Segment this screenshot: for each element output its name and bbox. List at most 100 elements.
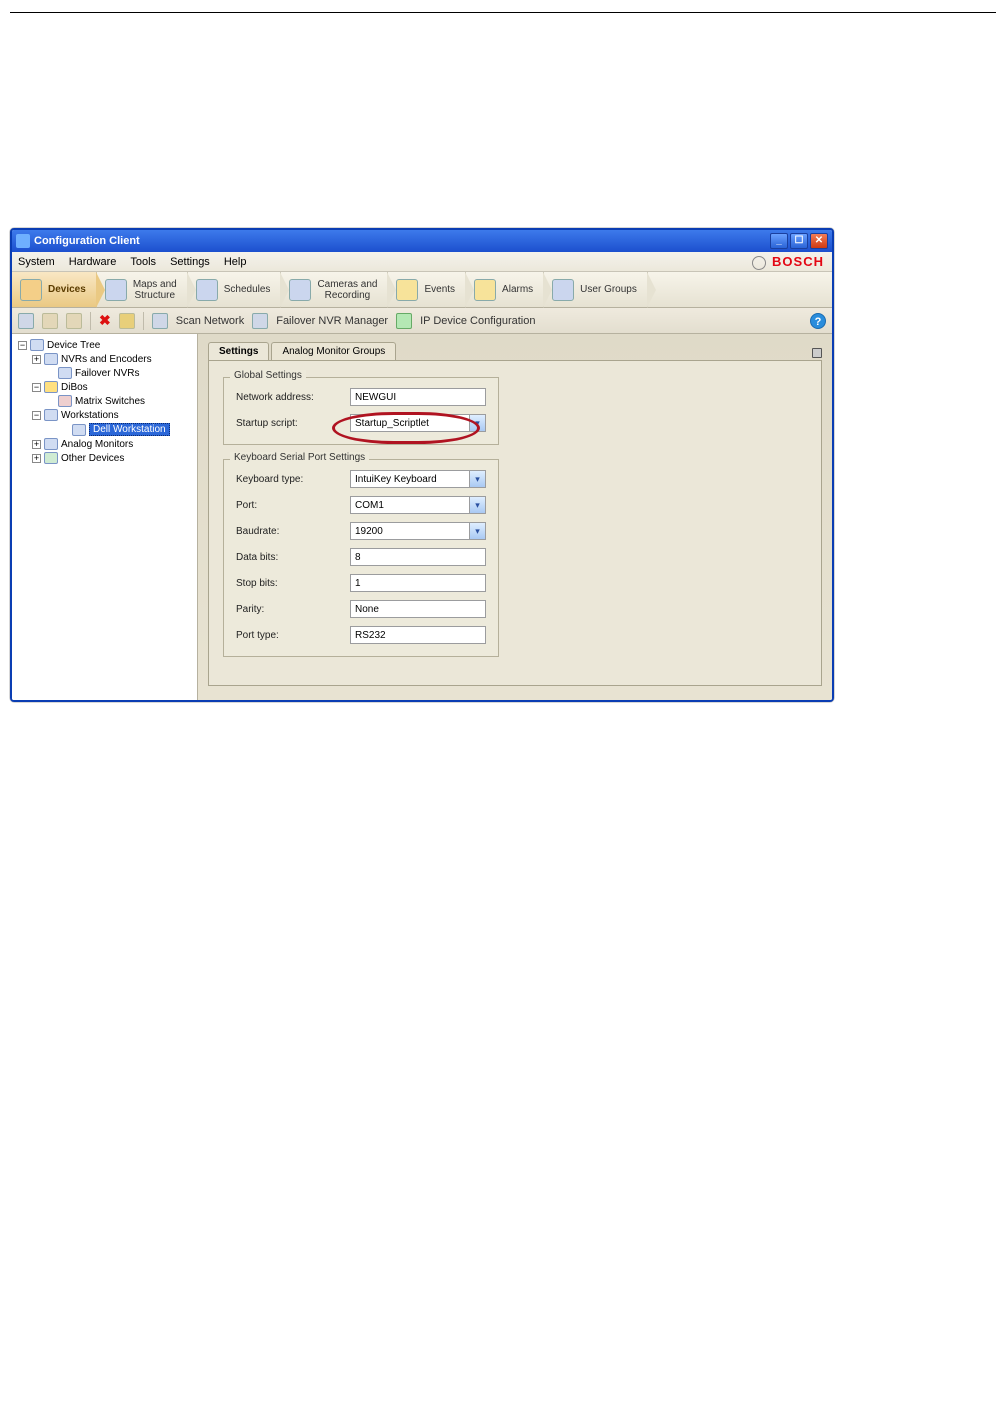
- serial-legend: Keyboard Serial Port Settings: [230, 452, 369, 463]
- network-address-label: Network address:: [236, 392, 342, 403]
- stopbits-input[interactable]: 1: [350, 574, 486, 592]
- device-tree: − Device Tree + NVRs and Encoders Failov…: [12, 334, 198, 700]
- nav-cameras[interactable]: Cameras and Recording: [281, 272, 388, 307]
- menu-help[interactable]: Help: [224, 256, 247, 268]
- menu-tools[interactable]: Tools: [130, 256, 156, 268]
- scan-icon[interactable]: [152, 313, 168, 329]
- porttype-label: Port type:: [236, 630, 342, 641]
- stopbits-label: Stop bits:: [236, 578, 342, 589]
- redo-icon[interactable]: [66, 313, 82, 329]
- tree-device-icon: [30, 339, 44, 351]
- nav-usergroups[interactable]: User Groups: [544, 272, 648, 307]
- menu-bar: System Hardware Tools Settings Help BOSC…: [12, 252, 832, 272]
- expand-icon[interactable]: −: [18, 341, 27, 350]
- tab-panel: Global Settings Network address: NEWGUI …: [208, 360, 822, 686]
- nav-maps[interactable]: Maps and Structure: [97, 272, 188, 307]
- failover-label[interactable]: Failover NVR Manager: [276, 315, 388, 327]
- matrix-icon: [58, 395, 72, 407]
- global-legend: Global Settings: [230, 370, 306, 381]
- chevron-down-icon[interactable]: ▾: [469, 471, 485, 487]
- nav-events[interactable]: Events: [388, 272, 466, 307]
- tree-failover[interactable]: Failover NVRs: [14, 366, 195, 380]
- title-bar: Configuration Client _ ☐ ✕: [12, 230, 832, 252]
- baud-combo[interactable]: 19200 ▾: [350, 522, 486, 540]
- dibos-icon: [44, 381, 58, 393]
- page-divider: [10, 12, 996, 13]
- tree-other-devices[interactable]: + Other Devices: [14, 451, 195, 465]
- delete-icon[interactable]: ✖: [99, 312, 111, 329]
- porttype-input[interactable]: RS232: [350, 626, 486, 644]
- save-icon[interactable]: [18, 313, 34, 329]
- app-body: − Device Tree + NVRs and Encoders Failov…: [12, 334, 832, 700]
- cameras-icon: [289, 279, 311, 301]
- tree-analog-monitors[interactable]: + Analog Monitors: [14, 437, 195, 451]
- parity-input[interactable]: None: [350, 600, 486, 618]
- globe-icon: [752, 256, 766, 270]
- port-label: Port:: [236, 500, 342, 511]
- kbtype-combo[interactable]: IntuiKey Keyboard ▾: [350, 470, 486, 488]
- chevron-down-icon[interactable]: ▾: [469, 497, 485, 513]
- failover-tree-icon: [58, 367, 72, 379]
- toolbar: ✖ Scan Network Failover NVR Manager IP D…: [12, 308, 832, 334]
- tab-analog-monitor-groups[interactable]: Analog Monitor Groups: [271, 342, 396, 360]
- network-address-input[interactable]: NEWGUI: [350, 388, 486, 406]
- tree-root[interactable]: − Device Tree: [14, 338, 195, 352]
- menu-settings[interactable]: Settings: [170, 256, 210, 268]
- devices-icon: [20, 279, 42, 301]
- databits-label: Data bits:: [236, 552, 342, 563]
- nav-alarms[interactable]: Alarms: [466, 272, 544, 307]
- minimize-button[interactable]: _: [770, 233, 788, 249]
- expand-icon[interactable]: +: [32, 440, 41, 449]
- undo-icon[interactable]: [42, 313, 58, 329]
- collapse-icon[interactable]: −: [32, 383, 41, 392]
- usergroups-icon: [552, 279, 574, 301]
- menu-system[interactable]: System: [18, 256, 55, 268]
- failover-icon[interactable]: [252, 313, 268, 329]
- edit-icon[interactable]: [119, 313, 135, 329]
- app-icon: [16, 234, 30, 248]
- scan-network-label[interactable]: Scan Network: [176, 315, 244, 327]
- toolbar-sep2: [143, 312, 144, 330]
- chevron-down-icon[interactable]: ▾: [469, 523, 485, 539]
- schedules-icon: [196, 279, 218, 301]
- expand-icon[interactable]: +: [32, 454, 41, 463]
- nvr-icon: [44, 353, 58, 365]
- nav-schedules[interactable]: Schedules: [188, 272, 282, 307]
- maximize-button[interactable]: ☐: [790, 233, 808, 249]
- kbtype-label: Keyboard type:: [236, 474, 342, 485]
- workstation-icon: [44, 409, 58, 421]
- baud-label: Baudrate:: [236, 526, 342, 537]
- maps-icon: [105, 279, 127, 301]
- startup-script-label: Startup script:: [236, 418, 342, 429]
- pin-icon[interactable]: [812, 348, 822, 358]
- tree-workstations[interactable]: − Workstations: [14, 408, 195, 422]
- databits-input[interactable]: 8: [350, 548, 486, 566]
- expand-icon[interactable]: +: [32, 355, 41, 364]
- startup-script-combo[interactable]: Startup_Scriptlet ▾: [350, 414, 486, 432]
- tree-dibos[interactable]: − DiBos: [14, 380, 195, 394]
- window-title: Configuration Client: [34, 235, 770, 247]
- tree-nvrs[interactable]: + NVRs and Encoders: [14, 352, 195, 366]
- help-icon[interactable]: ?: [810, 313, 826, 329]
- menu-hardware[interactable]: Hardware: [69, 256, 117, 268]
- global-settings-group: Global Settings Network address: NEWGUI …: [223, 377, 499, 445]
- monitor-icon: [44, 438, 58, 450]
- tree-matrix[interactable]: Matrix Switches: [14, 394, 195, 408]
- parity-label: Parity:: [236, 604, 342, 615]
- collapse-icon[interactable]: −: [32, 411, 41, 420]
- serial-settings-group: Keyboard Serial Port Settings Keyboard t…: [223, 459, 499, 657]
- ipconfig-icon[interactable]: [396, 313, 412, 329]
- nav-devices[interactable]: Devices: [12, 272, 97, 307]
- events-icon: [396, 279, 418, 301]
- tab-settings[interactable]: Settings: [208, 342, 269, 360]
- brand-logo: BOSCH: [752, 254, 824, 270]
- tabs: Settings Analog Monitor Groups: [208, 342, 822, 360]
- ipconfig-label[interactable]: IP Device Configuration: [420, 315, 535, 327]
- close-button[interactable]: ✕: [810, 233, 828, 249]
- port-combo[interactable]: COM1 ▾: [350, 496, 486, 514]
- chevron-down-icon[interactable]: ▾: [469, 415, 485, 431]
- tree-dell-workstation[interactable]: Dell Workstation: [14, 422, 195, 437]
- content-panel: Settings Analog Monitor Groups Global Se…: [198, 334, 832, 700]
- toolbar-sep: [90, 312, 91, 330]
- other-icon: [44, 452, 58, 464]
